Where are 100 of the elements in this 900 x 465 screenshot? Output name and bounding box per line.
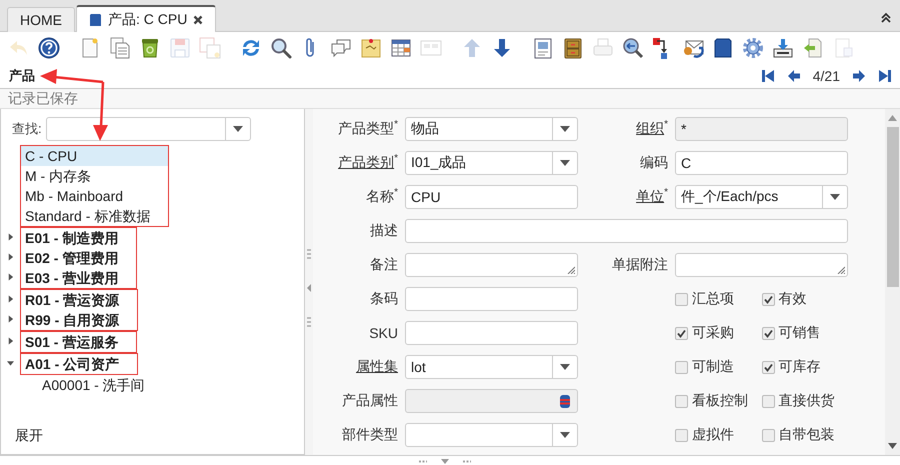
first-record-icon[interactable] — [760, 69, 775, 83]
combo-box[interactable]: lot — [405, 355, 578, 379]
checkbox[interactable] — [675, 326, 688, 340]
checkbox[interactable] — [675, 428, 688, 442]
resize-grip-icon[interactable] — [837, 266, 845, 274]
text-field[interactable]: CPU — [405, 185, 578, 209]
field-link[interactable]: 属性集 — [318, 358, 398, 376]
field-link[interactable]: 单位$^{*}$ — [585, 188, 668, 206]
scroll-up-icon[interactable] — [888, 115, 897, 121]
checkbox[interactable] — [675, 292, 688, 306]
resize-grip-icon[interactable] — [567, 266, 575, 274]
text-field[interactable] — [405, 287, 578, 311]
caret-icon[interactable] — [560, 364, 570, 370]
expand-arrow-icon[interactable] — [7, 253, 14, 261]
last-record-icon[interactable] — [878, 69, 892, 83]
checkbox-label: 虚拟件 — [692, 426, 734, 444]
tree-item[interactable]: Mb - Mainboard — [21, 186, 168, 206]
tree-item[interactable]: A00001 - 洗手间 — [1, 375, 304, 395]
tree-item[interactable]: M - 内存条 — [21, 166, 168, 186]
caret-icon[interactable] — [232, 126, 243, 132]
text-field[interactable] — [405, 321, 578, 345]
expand-arrow-icon[interactable] — [7, 233, 14, 241]
download-icon[interactable] — [771, 36, 795, 60]
scroll-down-icon[interactable] — [888, 443, 897, 449]
field-link[interactable]: 组织$^{*}$ — [585, 120, 668, 138]
settings-icon[interactable] — [741, 36, 765, 60]
field-link[interactable]: 产品类别$^{*}$ — [318, 154, 398, 172]
tree-item[interactable]: Standard - 标准数据 — [21, 206, 168, 226]
field-label: 产品类型$^{*}$ — [337, 120, 398, 138]
next-record-icon[interactable] — [852, 69, 866, 83]
scroll-thumb[interactable] — [886, 127, 898, 287]
search-label: 查找: — [12, 120, 42, 138]
cube-icon — [89, 12, 102, 26]
scrollbar[interactable] — [885, 109, 900, 455]
tree-item[interactable]: E01 - 制造费用 — [21, 228, 136, 248]
close-icon[interactable] — [193, 12, 204, 26]
collapse-down-icon[interactable] — [440, 458, 450, 464]
field-label: 单据附注 — [611, 256, 668, 274]
collapse-arrow-icon[interactable] — [7, 359, 14, 367]
expand-arrow-icon[interactable] — [7, 295, 14, 303]
caret-icon[interactable] — [560, 126, 570, 132]
checkbox-label: 看板控制 — [692, 392, 748, 410]
collapse-left-icon[interactable] — [307, 283, 311, 293]
checkbox[interactable] — [675, 394, 688, 408]
combo-box[interactable]: 物品 — [405, 117, 578, 141]
caret-icon[interactable] — [560, 432, 570, 438]
grip-icon[interactable] — [307, 317, 311, 327]
checkbox-label: 可采购 — [692, 324, 734, 342]
status-message: 记录已保存 — [0, 89, 900, 108]
search-icon[interactable] — [269, 36, 293, 60]
zoom-icon[interactable] — [621, 36, 645, 60]
tab[interactable]: HOME — [7, 7, 75, 32]
expand-link[interactable]: 展开 — [1, 427, 304, 454]
note-icon[interactable] — [359, 36, 383, 60]
checkbox-label: 直接供货 — [778, 392, 834, 410]
tree-item[interactable]: E03 - 营业费用 — [21, 268, 136, 288]
copy-icon[interactable] — [108, 36, 132, 60]
read-only-field: * — [675, 117, 848, 141]
caret-icon[interactable] — [560, 160, 570, 166]
tree-item[interactable]: R99 - 自用资源 — [21, 310, 138, 330]
tree-item[interactable]: R01 - 营运资源 — [21, 290, 138, 310]
field-label: 条码 — [369, 290, 398, 308]
checkbox[interactable] — [762, 428, 774, 442]
field-label: SKU — [368, 325, 398, 341]
checkbox-label: 有效 — [778, 290, 806, 308]
help-icon[interactable] — [37, 36, 61, 60]
checkbox[interactable] — [762, 394, 774, 408]
text-field[interactable]: C — [675, 151, 848, 175]
tab[interactable]: 产品: C CPU — [76, 5, 216, 32]
page-title: 产品 — [9, 67, 35, 85]
field-label: 备注 — [369, 256, 398, 274]
expand-arrow-icon[interactable] — [7, 273, 14, 281]
database-icon[interactable] — [559, 394, 571, 408]
checkbox[interactable] — [762, 360, 774, 374]
text-field[interactable] — [405, 219, 848, 243]
checkbox-label: 自带包装 — [778, 426, 834, 444]
field-label: 编码 — [639, 154, 668, 172]
caret-icon[interactable] — [830, 194, 840, 200]
checkbox-label: 可库存 — [778, 358, 820, 376]
combo-box[interactable]: I01_成品 — [405, 151, 578, 175]
attribute-field[interactable] — [405, 389, 578, 413]
collapse-icon[interactable] — [880, 12, 892, 24]
grip-icon[interactable] — [418, 458, 428, 464]
tree-item[interactable]: C - CPU — [21, 146, 168, 166]
previous-record-icon[interactable] — [786, 69, 801, 83]
tree-item[interactable]: S01 - 营运服务 — [21, 332, 136, 352]
record-counter: 4/21 — [812, 68, 840, 84]
tree-item[interactable]: A01 - 公司资产 — [21, 354, 138, 374]
checkbox[interactable] — [675, 360, 688, 374]
tree-item[interactable]: E02 - 管理费用 — [21, 248, 136, 268]
expand-arrow-icon[interactable] — [7, 315, 14, 323]
search-field[interactable] — [46, 117, 251, 141]
grip-icon[interactable] — [462, 458, 472, 464]
expand-arrow-icon[interactable] — [7, 337, 14, 345]
checkbox[interactable] — [762, 292, 774, 306]
field-label: 名称$^{*}$ — [365, 188, 398, 206]
grip-icon[interactable] — [307, 249, 311, 259]
checkbox[interactable] — [762, 326, 774, 340]
checkbox-label: 可销售 — [778, 324, 820, 342]
combo-box[interactable]: 件_个/Each/pcs — [675, 185, 848, 209]
